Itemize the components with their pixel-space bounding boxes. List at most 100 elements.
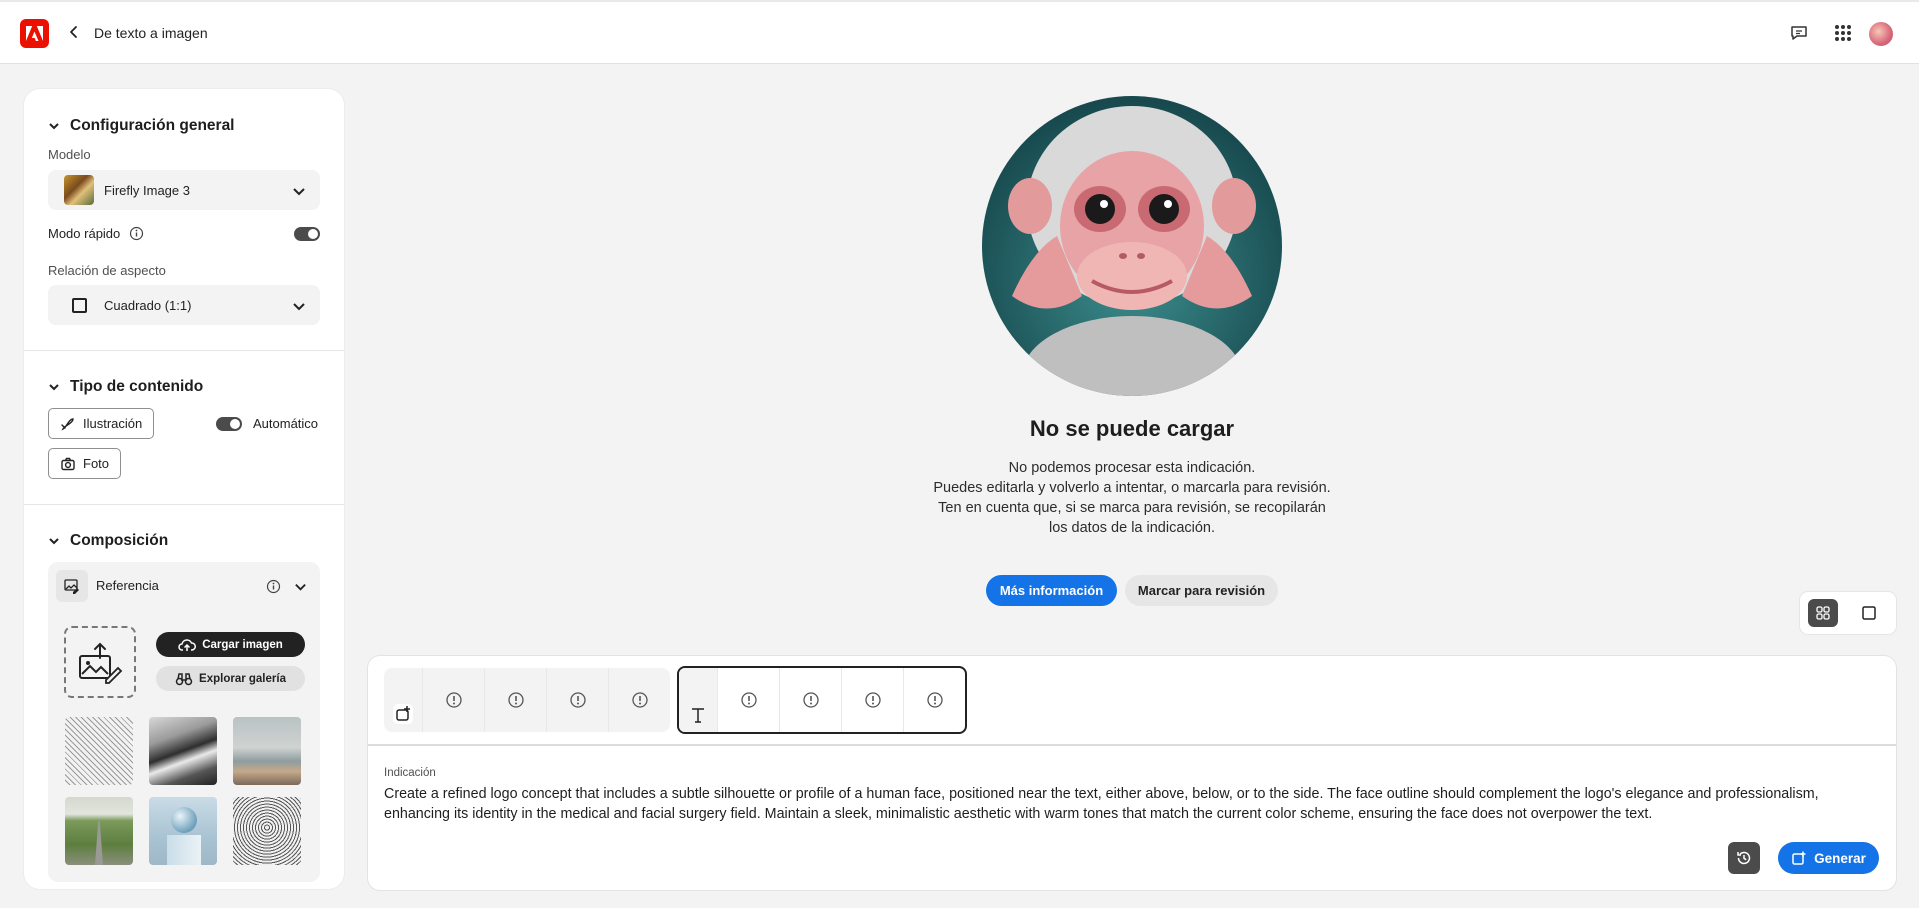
explore-gallery-label: Explorar galería <box>199 672 286 685</box>
more-info-button[interactable]: Más información <box>986 575 1117 606</box>
user-avatar[interactable] <box>1869 22 1893 46</box>
warning-icon <box>631 692 648 708</box>
prompt-panel: Indicación Create a refined logo concept… <box>368 656 1896 890</box>
general-settings-header[interactable]: Configuración general <box>48 117 235 135</box>
photo-button[interactable]: Foto <box>48 448 122 479</box>
fast-mode-toggle[interactable] <box>294 227 320 241</box>
illustration-label: Ilustración <box>83 416 143 431</box>
reference-label: Referencia <box>96 578 159 593</box>
error-line-1: No podemos procesar esta indicación. <box>1008 460 1256 476</box>
upload-image-button[interactable]: Cargar imagen <box>156 632 305 657</box>
prompt-label: Indicación <box>384 767 436 779</box>
text-reference-strip <box>677 666 967 734</box>
composition-title: Composición <box>70 532 169 549</box>
warning-icon <box>740 692 757 708</box>
automatic-toggle[interactable] <box>216 417 242 431</box>
chevron-down-icon <box>49 123 59 130</box>
reference-box: Referencia Cargar imagen Explorar galerí… <box>48 562 320 882</box>
chevron-down-icon <box>49 538 59 545</box>
brush-icon <box>61 417 74 431</box>
warning-icon <box>445 692 462 708</box>
reference-thumbnail-bird[interactable] <box>65 717 133 785</box>
cloud-upload-icon <box>178 638 197 651</box>
generate-button[interactable]: Generar <box>1778 842 1879 874</box>
aspect-ratio-label: Relación de aspecto <box>48 263 166 278</box>
composition-header[interactable]: Composición <box>48 532 168 550</box>
warning-slot <box>717 668 779 732</box>
warning-slot <box>779 668 841 732</box>
reference-thumbnail-road[interactable] <box>65 797 133 865</box>
reference-icon-box <box>56 570 88 602</box>
history-button[interactable] <box>1728 842 1760 874</box>
warning-slot <box>841 668 903 732</box>
back-arrow-icon[interactable] <box>66 24 82 40</box>
chevron-down-icon <box>49 384 59 391</box>
aspect-ratio-select[interactable]: Cuadrado (1:1) <box>48 285 320 325</box>
image-reference-strip <box>384 668 670 732</box>
error-illustration <box>982 96 1282 396</box>
info-icon[interactable] <box>266 579 281 594</box>
warning-icon <box>926 692 943 708</box>
add-image-icon <box>393 704 413 724</box>
error-line-2: Puedes editarla y volverlo a intentar, o… <box>933 480 1331 496</box>
monkey-illustration-icon <box>1008 106 1256 396</box>
warning-slot <box>484 668 546 732</box>
road-shape <box>95 821 103 865</box>
generate-icon <box>1792 851 1806 865</box>
warning-icon <box>864 692 881 708</box>
adobe-icon <box>26 26 43 41</box>
camera-icon <box>61 457 75 470</box>
info-icon[interactable] <box>129 226 144 241</box>
apps-grid-icon[interactable] <box>1833 23 1853 43</box>
warning-icon <box>569 692 586 708</box>
single-view-icon[interactable] <box>1860 604 1878 622</box>
square-icon <box>72 297 87 313</box>
chevron-down-icon[interactable] <box>294 580 307 593</box>
reference-thumbnail-owl[interactable] <box>233 797 301 865</box>
grid-view-button[interactable] <box>1808 599 1838 627</box>
warning-slot <box>422 668 484 732</box>
chevron-down-icon <box>293 303 305 311</box>
add-image-reference-cell[interactable] <box>384 668 422 732</box>
sphere-shape <box>171 807 197 833</box>
adobe-logo[interactable] <box>20 19 49 48</box>
view-toggle <box>1800 592 1896 634</box>
divider <box>24 504 344 505</box>
warning-slot <box>608 668 670 732</box>
history-icon <box>1737 851 1751 865</box>
error-line-3: Ten en cuenta que, si se marca para revi… <box>938 500 1326 536</box>
binoculars-icon <box>175 672 193 685</box>
model-select[interactable]: Firefly Image 3 <box>48 170 320 210</box>
general-settings-title: Configuración general <box>70 117 235 134</box>
reference-thumbnail-sphere[interactable] <box>149 797 217 865</box>
reference-thumbnail-landscape[interactable] <box>149 717 217 785</box>
image-upload-icon <box>79 642 123 684</box>
warning-slot <box>903 668 965 732</box>
automatic-label: Automático <box>253 416 319 431</box>
warning-icon <box>507 692 524 708</box>
model-label: Modelo <box>48 147 91 162</box>
flag-review-button[interactable]: Marcar para revisión <box>1125 575 1278 606</box>
prompt-input[interactable]: Create a refined logo concept that inclu… <box>384 784 1874 824</box>
upload-image-label: Cargar imagen <box>202 638 283 651</box>
illustration-button[interactable]: Ilustración <box>48 408 155 439</box>
page-title: De texto a imagen <box>94 25 208 41</box>
explore-gallery-button[interactable]: Explorar galería <box>156 666 305 691</box>
text-reference-cell[interactable] <box>679 668 717 732</box>
settings-panel: Configuración general Modelo Firefly Ima… <box>24 89 344 889</box>
prompt-divider <box>368 744 1896 746</box>
content-type-header[interactable]: Tipo de contenido <box>48 378 203 396</box>
reference-image-icon <box>64 579 79 594</box>
aspect-ratio-value: Cuadrado (1:1) <box>104 297 192 313</box>
model-thumbnail <box>64 175 94 205</box>
upload-dropzone[interactable] <box>64 626 136 698</box>
photo-label: Foto <box>83 456 110 471</box>
app-header: De texto a imagen <box>0 0 1919 64</box>
text-type-icon <box>692 708 704 723</box>
warning-icon <box>802 692 819 708</box>
grid-icon <box>1816 606 1830 620</box>
reference-thumbnail-room[interactable] <box>233 717 301 785</box>
feedback-icon[interactable] <box>1789 23 1809 43</box>
fast-mode-label: Modo rápido <box>48 226 121 241</box>
divider <box>24 350 344 351</box>
